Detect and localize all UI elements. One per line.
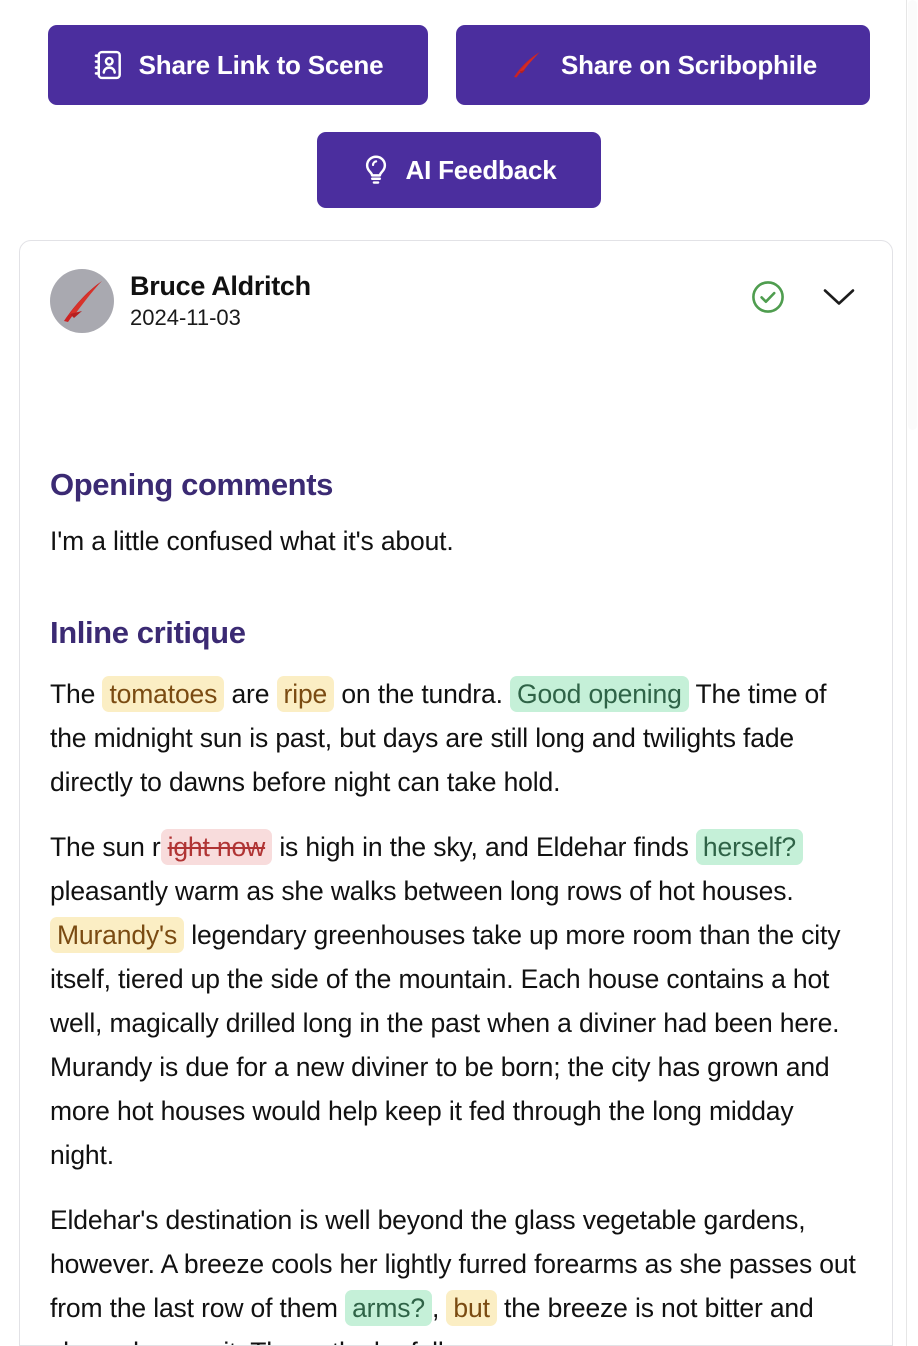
- inline-highlight-green[interactable]: Good opening: [510, 676, 689, 712]
- inline-highlight-yellow[interactable]: tomatoes: [102, 676, 225, 712]
- quill-icon: [509, 49, 545, 81]
- inline-highlight-yellow[interactable]: Murandy's: [50, 917, 185, 953]
- inline-highlight-green[interactable]: herself?: [695, 829, 803, 865]
- ai-feedback-label: AI Feedback: [405, 154, 557, 185]
- lightbulb-icon: [362, 154, 390, 186]
- critique-paragraph: The sun r ight now is high in the sky, an…: [50, 825, 862, 1177]
- inline-critique-body: The tomatoes are ripe on the tundra. Goo…: [50, 672, 862, 1345]
- chevron-down-icon[interactable]: [822, 286, 856, 308]
- critique-card: Bruce Aldritch 2024-11-03 Opening commen…: [19, 240, 893, 1346]
- inline-highlight-red[interactable]: ight now: [160, 829, 273, 865]
- contact-card-icon: [93, 49, 123, 81]
- share-on-scribophile-label: Share on Scribophile: [560, 49, 818, 80]
- share-button-row: Share Link to Scene Share on Scribophile: [0, 0, 918, 105]
- opening-comments-heading: Opening comments: [50, 467, 333, 502]
- page-scrollbar[interactable]: [906, 0, 918, 1346]
- inline-highlight-yellow[interactable]: but: [446, 1290, 497, 1326]
- critique-header-actions: [750, 269, 862, 315]
- inline-critique-heading: Inline critique: [50, 615, 246, 650]
- critique-paragraph: The tomatoes are ripe on the tundra. Goo…: [50, 672, 862, 804]
- share-link-to-scene-button[interactable]: Share Link to Scene: [48, 25, 428, 105]
- inline-highlight-yellow[interactable]: ripe: [276, 676, 335, 712]
- page-scrollbar-thumb[interactable]: [908, 0, 917, 430]
- share-on-scribophile-button[interactable]: Share on Scribophile: [456, 25, 870, 105]
- critique-author-block: Bruce Aldritch 2024-11-03: [130, 269, 750, 331]
- ai-feedback-button[interactable]: AI Feedback: [317, 132, 601, 208]
- share-link-to-scene-label: Share Link to Scene: [138, 49, 384, 80]
- inline-highlight-green[interactable]: arms?: [345, 1290, 432, 1326]
- critique-header: Bruce Aldritch 2024-11-03: [50, 269, 862, 333]
- opening-comments-body: I'm a little confused what it's about.: [50, 526, 454, 556]
- avatar[interactable]: [50, 269, 114, 333]
- critique-paragraph: Eldehar's destination is well beyond the…: [50, 1198, 862, 1345]
- critique-author-name: Bruce Aldritch: [130, 271, 311, 301]
- check-circle-icon[interactable]: [750, 279, 786, 315]
- critique-date: 2024-11-03: [130, 304, 241, 330]
